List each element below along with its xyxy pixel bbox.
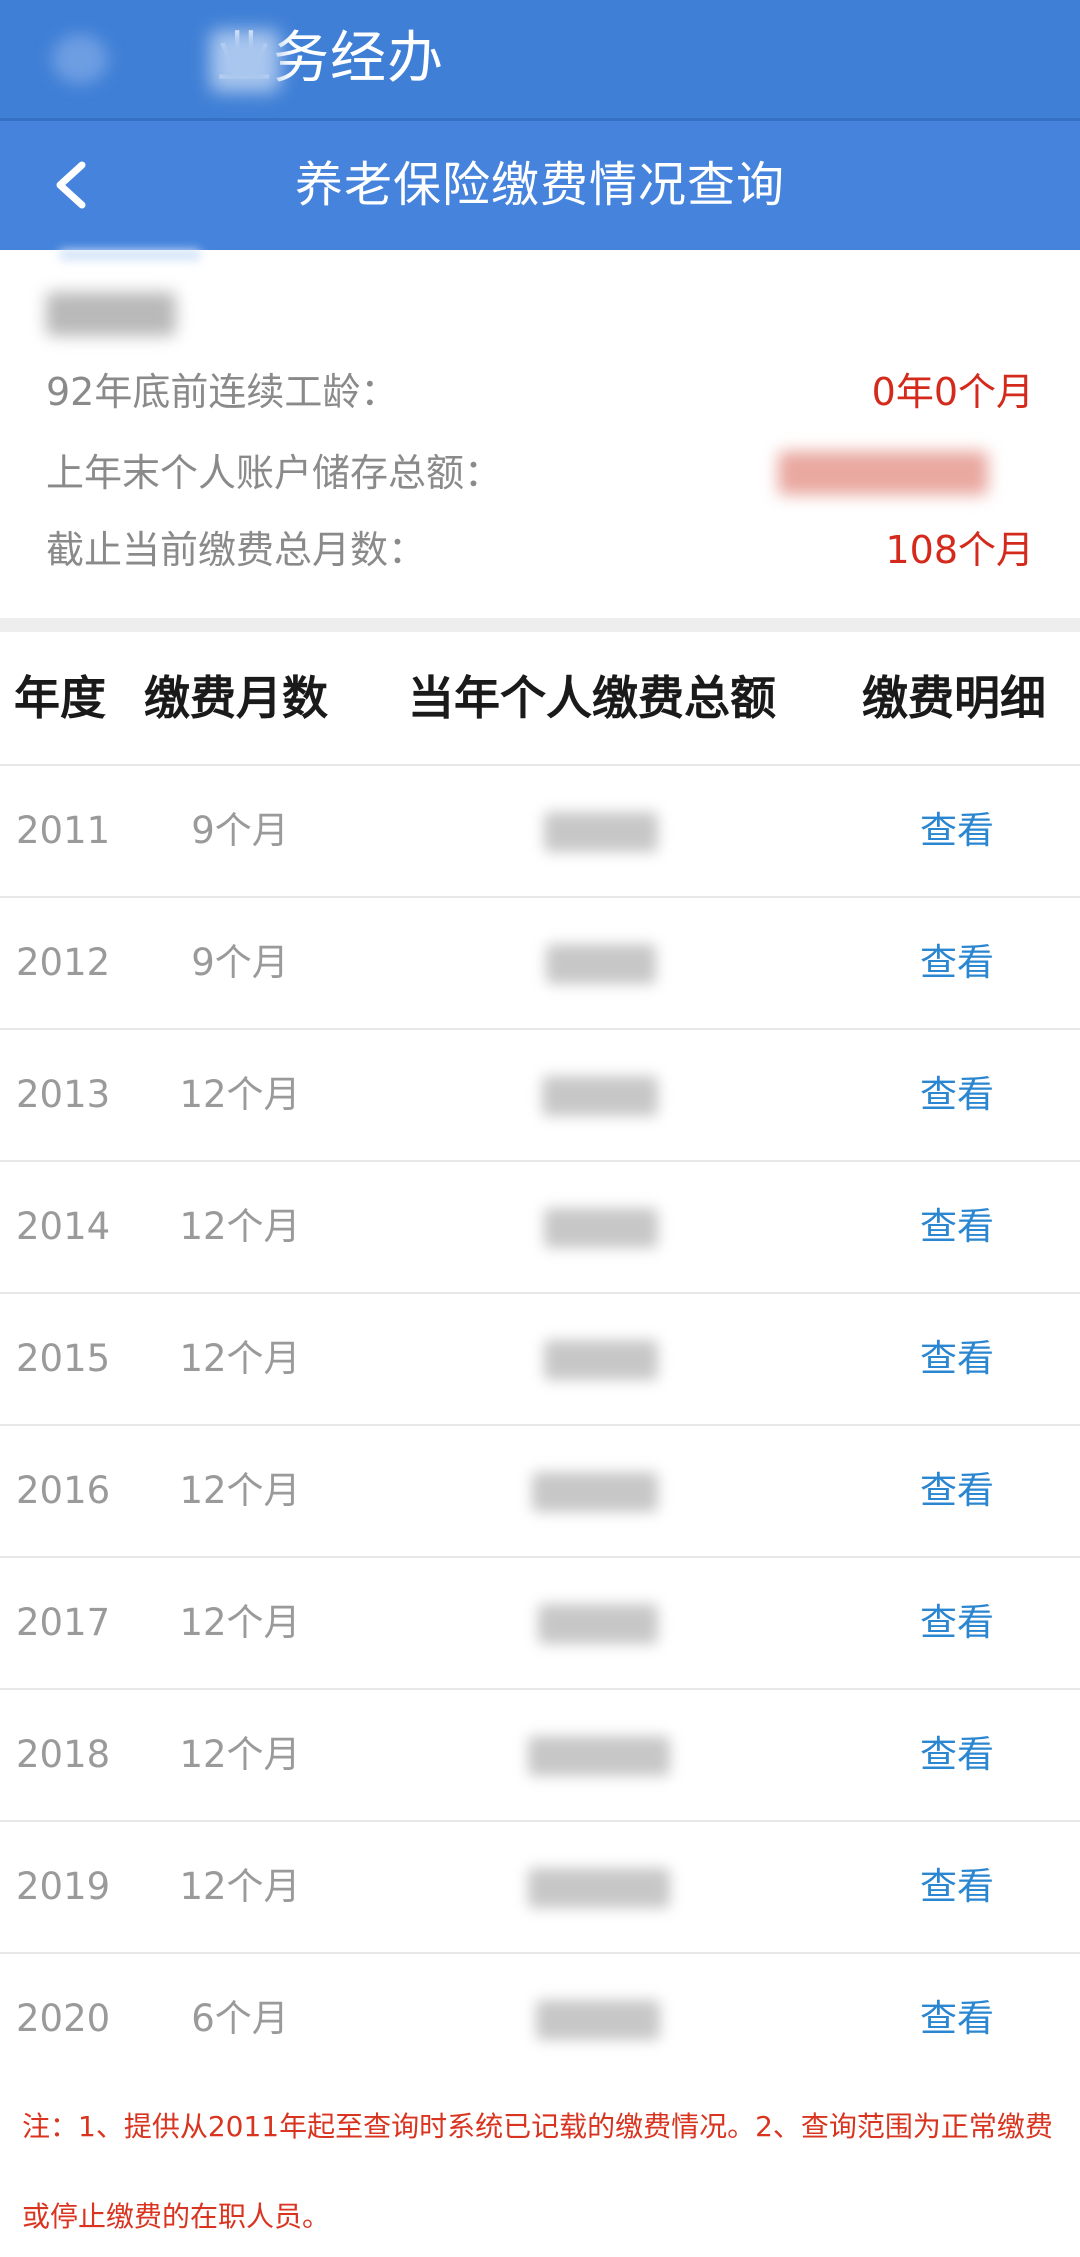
row-year: 2014 <box>16 1205 111 1248</box>
table-row: 2011 9个月 查看 <box>0 766 1080 898</box>
app-icon <box>52 34 108 84</box>
redacted-title-blur <box>210 30 280 92</box>
summary-value: 108个月 <box>885 528 1034 572</box>
view-detail-link[interactable]: 查看 <box>920 1558 994 1688</box>
table-row: 2019 12个月 查看 <box>0 1822 1080 1954</box>
redacted-amount <box>544 812 658 852</box>
table-row: 2013 12个月 查看 <box>0 1030 1080 1162</box>
summary-row-work-years: 92年底前连续工龄： 0年0个月 <box>46 362 1034 422</box>
row-year: 2017 <box>16 1601 111 1644</box>
view-detail-link[interactable]: 查看 <box>920 1426 994 1556</box>
nav-bar: 养老保险缴费情况查询 <box>0 121 1080 250</box>
row-months: 12个月 <box>179 1469 301 1512</box>
view-detail-link[interactable]: 查看 <box>920 1690 994 1820</box>
section-divider <box>0 618 1080 632</box>
table-row: 2012 9个月 查看 <box>0 898 1080 1030</box>
table-row: 2018 12个月 查看 <box>0 1690 1080 1822</box>
summary-label: 92年底前连续工龄： <box>46 370 399 414</box>
summary-row-total-months: 截止当前缴费总月数： 108个月 <box>46 520 1034 580</box>
row-months: 12个月 <box>179 1073 301 1116</box>
redacted-amount <box>528 1868 670 1908</box>
table-header: 年度 缴费月数 当年个人缴费总额 缴费明细 <box>0 632 1080 766</box>
view-detail-link[interactable]: 查看 <box>920 898 994 1028</box>
chevron-left-icon <box>56 161 86 209</box>
view-detail-link[interactable]: 查看 <box>920 1030 994 1160</box>
redacted-amount <box>528 1736 670 1776</box>
row-year: 2012 <box>16 941 111 984</box>
view-detail-link[interactable]: 查看 <box>920 766 994 896</box>
table-row: 2015 12个月 查看 <box>0 1294 1080 1426</box>
row-year: 2015 <box>16 1337 111 1380</box>
summary-label: 截止当前缴费总月数： <box>46 528 427 572</box>
table-row: 2017 12个月 查看 <box>0 1558 1080 1690</box>
row-months: 9个月 <box>191 809 289 852</box>
summary-value: 0年0个月 <box>871 370 1034 414</box>
view-detail-link[interactable]: 查看 <box>920 1954 994 2084</box>
footnote: 注：1、提供从2011年起至查询时系统已记载的缴费情况。2、查询范围为正常缴费或… <box>22 2110 1053 2233</box>
row-year: 2019 <box>16 1865 111 1908</box>
row-months: 12个月 <box>179 1205 301 1248</box>
redacted-amount <box>544 1340 658 1380</box>
table-row: 2016 12个月 查看 <box>0 1426 1080 1558</box>
row-months: 6个月 <box>191 1997 289 2040</box>
redacted-shadow <box>60 250 200 260</box>
view-detail-link[interactable]: 查看 <box>920 1162 994 1292</box>
redacted-amount <box>536 2000 660 2040</box>
row-year: 2011 <box>16 809 111 852</box>
summary-row-account-balance: 上年末个人账户储存总额： <box>46 443 1034 503</box>
redacted-name <box>46 292 176 336</box>
back-button[interactable] <box>30 141 118 229</box>
row-months: 9个月 <box>191 941 289 984</box>
page-title: 养老保险缴费情况查询 <box>294 157 785 213</box>
table-row: 2014 12个月 查看 <box>0 1162 1080 1294</box>
summary-label: 上年末个人账户储存总额： <box>46 451 503 495</box>
view-detail-link[interactable]: 查看 <box>920 1294 994 1424</box>
column-header-months: 缴费月数 <box>144 671 328 725</box>
column-header-detail: 缴费明细 <box>862 671 1046 725</box>
top-app-bar: 业务经办 <box>0 0 1080 118</box>
column-header-year: 年度 <box>14 671 106 725</box>
row-months: 12个月 <box>179 1733 301 1776</box>
redacted-amount <box>546 944 656 984</box>
redacted-amount <box>532 1472 658 1512</box>
view-detail-link[interactable]: 查看 <box>920 1822 994 1952</box>
redacted-amount <box>544 1208 658 1248</box>
row-year: 2020 <box>16 1997 111 2040</box>
app-screen: 业务经办 养老保险缴费情况查询 92年底前连续工龄： 0年0个月 上年末个人账户… <box>0 0 1080 2257</box>
row-year: 2016 <box>16 1469 111 1512</box>
redacted-amount <box>542 1076 658 1116</box>
column-header-total: 当年个人缴费总额 <box>408 671 776 725</box>
row-year: 2018 <box>16 1733 111 1776</box>
row-year: 2013 <box>16 1073 111 1116</box>
table-row: 2020 6个月 查看 <box>0 1954 1080 2084</box>
redacted-amount <box>538 1604 658 1644</box>
row-months: 12个月 <box>179 1865 301 1908</box>
row-months: 12个月 <box>179 1337 301 1380</box>
row-months: 12个月 <box>179 1601 301 1644</box>
redacted-balance <box>778 451 988 495</box>
